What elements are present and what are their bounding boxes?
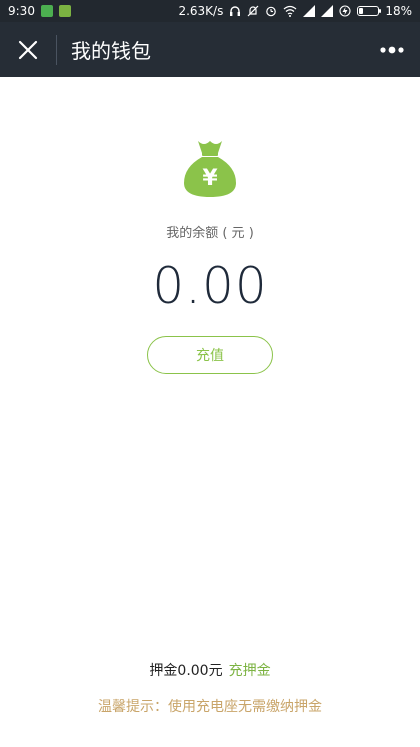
more-icon [380, 46, 404, 53]
close-button[interactable] [0, 22, 56, 77]
deposit-amount: 押金0.00元 [149, 663, 223, 679]
header: 我的钱包 [0, 22, 420, 77]
money-bag-icon: ¥ [184, 141, 236, 197]
mute-icon [247, 5, 259, 17]
wifi-icon [283, 5, 297, 17]
tip-text: 温馨提示：使用充电座无需缴纳押金 [98, 699, 322, 715]
page-title: 我的钱包 [71, 39, 151, 63]
status-right: 2.63K/s 18% [178, 4, 412, 18]
headphone-icon [230, 6, 241, 16]
balance-amount: 0.00 [152, 257, 268, 315]
recharge-button[interactable]: 充值 [147, 336, 273, 374]
network-speed: 2.63K/s [178, 4, 224, 18]
signal-icon [303, 5, 316, 17]
notification-app-icon [58, 5, 71, 17]
balance-label: 我的余额 ( 元 ) [166, 226, 254, 241]
status-time: 9:30 [8, 4, 35, 18]
charging-icon [339, 5, 351, 17]
close-icon [18, 40, 38, 59]
deposit-recharge-link[interactable]: 充押金 [229, 663, 271, 679]
notification-icon [40, 5, 53, 17]
wallet-main: ¥ 我的余额 ( 元 ) 0.00 充值 押金0.00元 充押金 温馨提示：使用充… [0, 77, 420, 747]
header-divider [56, 34, 57, 65]
recharge-button-label: 充值 [196, 348, 224, 364]
more-button[interactable] [364, 22, 420, 77]
deposit-row: 押金0.00元 充押金 [0, 660, 420, 680]
status-left: 9:30 [8, 4, 71, 18]
battery-icon [357, 6, 382, 16]
signal-icon-2 [321, 5, 334, 17]
battery-level: 18% [385, 4, 412, 18]
status-bar: 9:30 2.63K/s 18% [0, 0, 420, 22]
alarm-icon [266, 6, 277, 17]
currency-symbol: ¥ [202, 166, 218, 191]
